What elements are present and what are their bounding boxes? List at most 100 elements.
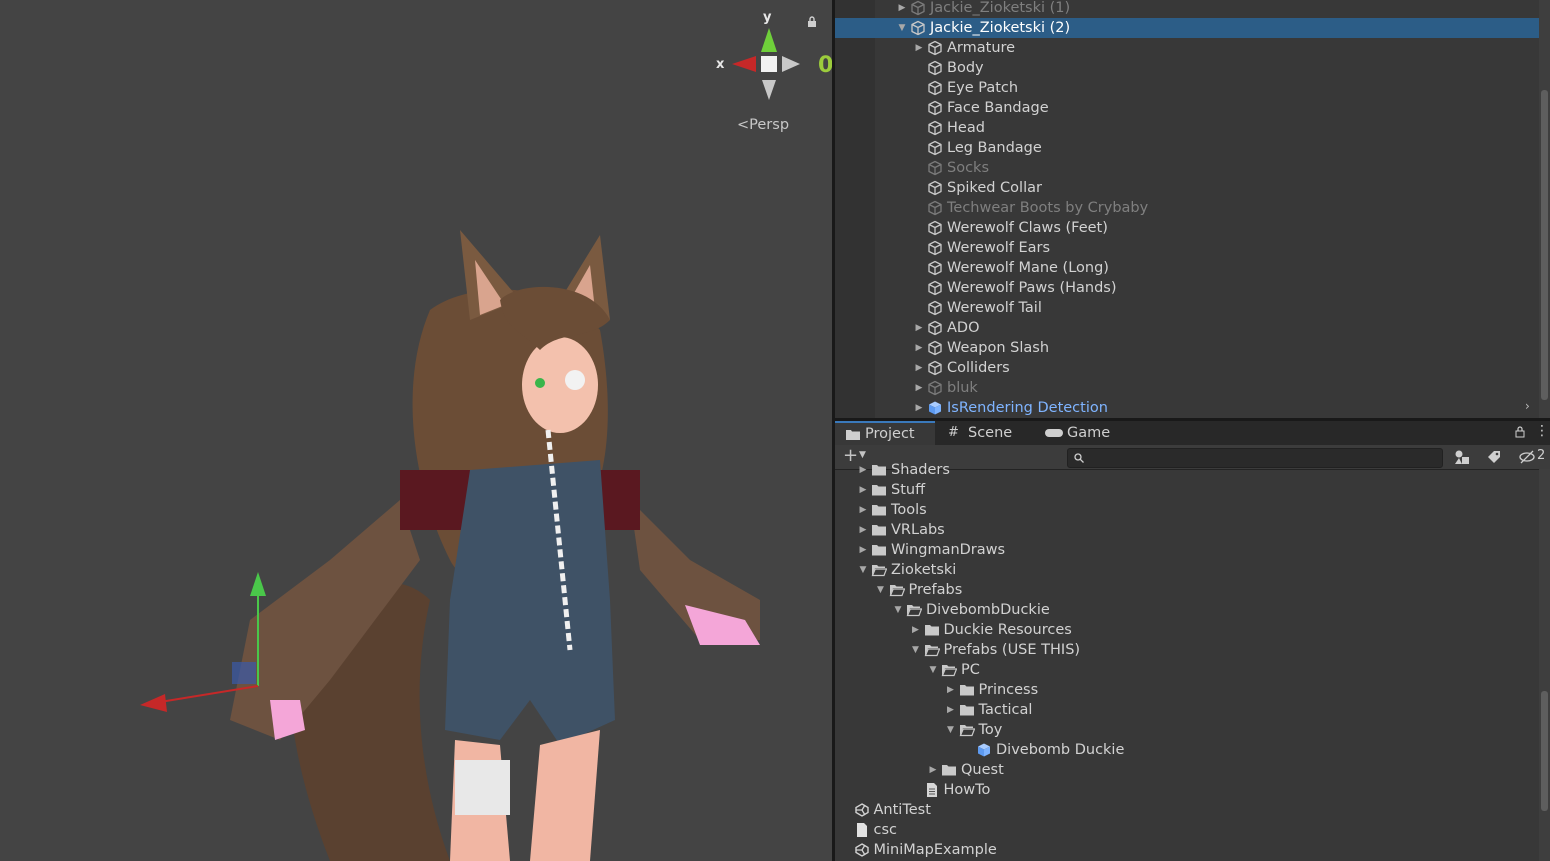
tab-game[interactable]: Game (1040, 421, 1140, 445)
expand-arrow-right-icon[interactable]: ▶ (946, 700, 956, 720)
expand-arrow-right-icon[interactable]: ▶ (914, 358, 924, 378)
project-row[interactable]: ▶ Tools (835, 500, 1539, 520)
hierarchy-row[interactable]: Werewolf Ears (835, 238, 1539, 258)
hierarchy-row[interactable]: ▶ Weapon Slash (835, 338, 1539, 358)
project-row[interactable]: ▼ DivebombDuckie (835, 600, 1539, 620)
hierarchy-row[interactable]: ▶ Armature (835, 38, 1539, 58)
hierarchy-row[interactable]: Leg Bandage (835, 138, 1539, 158)
project-row[interactable]: AntiTest (835, 800, 1539, 820)
row-label: Colliders (947, 360, 1010, 376)
leg-bandage-shape (455, 760, 510, 815)
expand-arrow-down-icon[interactable]: ▼ (946, 720, 956, 740)
gizmo-neg-y-cone[interactable] (762, 80, 776, 100)
project-row[interactable]: ▶ Shaders (835, 460, 1539, 480)
project-row[interactable]: ▶ Quest (835, 760, 1539, 780)
hierarchy-scrollbar[interactable] (1539, 0, 1550, 418)
hierarchy-row[interactable]: Werewolf Paws (Hands) (835, 278, 1539, 298)
hierarchy-row[interactable]: ▶ IsRendering Detection (835, 398, 1539, 418)
project-row[interactable]: HowTo (835, 780, 1539, 800)
projection-toggle[interactable]: <Persp (737, 117, 789, 133)
lock-icon[interactable] (1515, 426, 1525, 438)
tab-scene[interactable]: # Scene (938, 421, 1038, 445)
transform-x-arrow[interactable] (140, 694, 167, 712)
project-row[interactable]: csc (835, 820, 1539, 840)
expand-arrow-down-icon[interactable]: ▼ (893, 600, 903, 620)
project-row[interactable]: ▶ Stuff (835, 480, 1539, 500)
kebab-menu-icon[interactable]: ⋮ (1535, 423, 1549, 439)
project-row[interactable]: ▶ Tactical (835, 700, 1539, 720)
expand-arrow-right-icon[interactable]: ▶ (897, 0, 907, 18)
project-row[interactable]: ▶ VRLabs (835, 520, 1539, 540)
tab-label: Project (865, 426, 915, 442)
hierarchy-scroll-thumb[interactable] (1541, 90, 1548, 400)
lock-icon[interactable] (807, 16, 817, 28)
hierarchy-row[interactable]: Werewolf Tail (835, 298, 1539, 318)
hierarchy-row-chevron-icon[interactable]: › (1525, 399, 1530, 413)
expand-arrow-right-icon[interactable]: ▶ (858, 520, 868, 540)
hierarchy-row[interactable]: Techwear Boots by Crybaby (835, 198, 1539, 218)
project-row[interactable]: ▼ Toy (835, 720, 1539, 740)
hierarchy-row[interactable]: Face Bandage (835, 98, 1539, 118)
project-row[interactable]: ▼ Prefabs (USE THIS) (835, 640, 1539, 660)
row-label: Prefabs (USE THIS) (943, 642, 1081, 658)
gizmo-center-cube[interactable] (761, 56, 777, 72)
expand-arrow-down-icon[interactable]: ▼ (876, 580, 886, 600)
scene-view[interactable]: 0 y x <Persp (0, 0, 832, 861)
gameobject-cube-icon (928, 300, 942, 316)
project-row[interactable]: ▶ Duckie Resources (835, 620, 1539, 640)
hierarchy-row[interactable]: Werewolf Claws (Feet) (835, 218, 1539, 238)
expand-arrow-down-icon[interactable]: ▼ (911, 640, 921, 660)
gameobject-cube-icon (928, 160, 942, 176)
gizmo-y-cone[interactable] (761, 28, 777, 52)
expand-arrow-right-icon[interactable]: ▶ (946, 680, 956, 700)
hierarchy-row[interactable]: ▶ Colliders (835, 358, 1539, 378)
project-row[interactable]: ▶ WingmanDraws (835, 540, 1539, 560)
row-label: Tools (891, 502, 927, 518)
expand-arrow-right-icon[interactable]: ▶ (858, 480, 868, 500)
expand-arrow-right-icon[interactable]: ▶ (911, 620, 921, 640)
project-row[interactable]: MiniMapExample (835, 840, 1539, 860)
gameobject-cube-icon (911, 0, 925, 16)
project-row[interactable]: ▼ Zioketski (835, 560, 1539, 580)
hierarchy-row[interactable]: ▶ ADO (835, 318, 1539, 338)
expand-arrow-right-icon[interactable]: ▶ (914, 338, 924, 358)
gizmo-neg-x-cone[interactable] (782, 56, 800, 72)
row-label: Werewolf Ears (947, 240, 1051, 256)
hierarchy-row[interactable]: Spiked Collar (835, 178, 1539, 198)
hierarchy-row[interactable]: Socks (835, 158, 1539, 178)
hierarchy-row[interactable]: Eye Patch (835, 78, 1539, 98)
tab-project[interactable]: Project (835, 421, 935, 445)
project-row[interactable]: Divebomb Duckie (835, 740, 1539, 760)
expand-arrow-down-icon[interactable]: ▼ (858, 560, 868, 580)
expand-arrow-right-icon[interactable]: ▶ (858, 500, 868, 520)
transform-plane-handle[interactable] (232, 662, 256, 684)
row-label: Face Bandage (947, 100, 1049, 116)
gizmo-x-cone[interactable] (732, 56, 756, 72)
hierarchy-row[interactable]: ▼ Jackie_Zioketski (2) (835, 18, 1539, 38)
hierarchy-row[interactable]: ▶ bluk (835, 378, 1539, 398)
expand-arrow-right-icon[interactable]: ▶ (858, 540, 868, 560)
expand-arrow-down-icon[interactable]: ▼ (897, 18, 907, 38)
hierarchy-row[interactable]: ▶ Jackie_Zioketski (1) (835, 0, 1539, 18)
project-row[interactable]: ▶ Princess (835, 680, 1539, 700)
chevron-down-icon[interactable]: ▼ (859, 450, 866, 460)
project-scrollbar[interactable] (1539, 469, 1550, 861)
expand-arrow-down-icon[interactable]: ▼ (928, 660, 938, 680)
hierarchy-row[interactable]: Werewolf Mane (Long) (835, 258, 1539, 278)
expand-arrow-right-icon[interactable]: ▶ (914, 398, 924, 418)
expand-arrow-right-icon[interactable]: ▶ (858, 460, 868, 480)
hierarchy-row[interactable]: Body (835, 58, 1539, 78)
expand-arrow-right-icon[interactable]: ▶ (928, 760, 938, 780)
expand-arrow-right-icon[interactable]: ▶ (914, 38, 924, 58)
project-row[interactable]: ▼ Prefabs (835, 580, 1539, 600)
project-row[interactable]: ▼ PC (835, 660, 1539, 680)
expand-arrow-right-icon[interactable]: ▶ (914, 378, 924, 398)
project-panel: Project # Scene Game ⋮ + ▼ 2 ▶ Shaders ▶ St… (835, 421, 1550, 861)
hierarchy-row[interactable]: Head (835, 118, 1539, 138)
expand-arrow-right-icon[interactable]: ▶ (914, 318, 924, 338)
row-label: Shaders (891, 462, 950, 478)
folder-icon (924, 625, 939, 636)
transform-y-arrow[interactable] (250, 572, 266, 596)
project-scroll-thumb[interactable] (1541, 691, 1548, 811)
unity-scene-icon (854, 803, 869, 817)
